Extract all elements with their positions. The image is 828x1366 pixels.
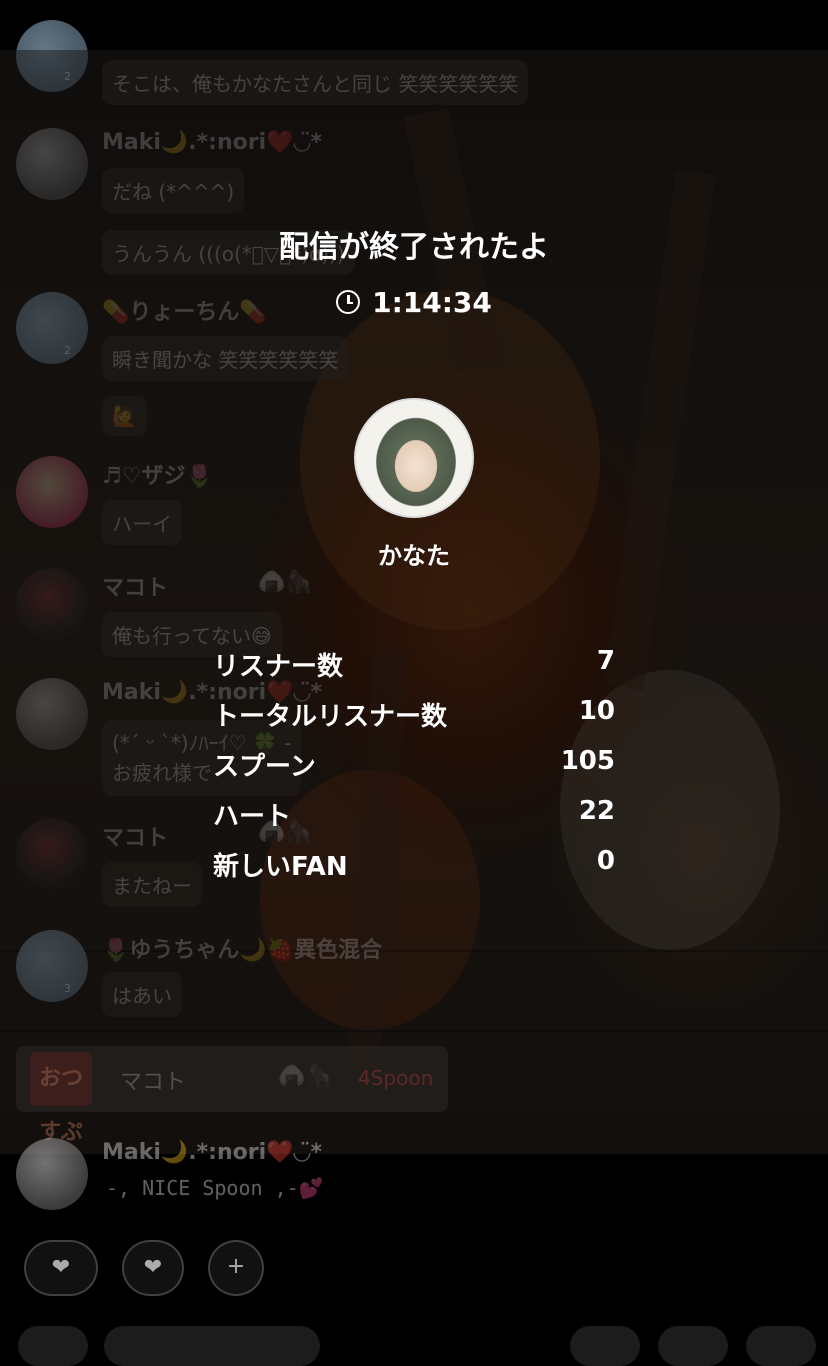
stat-value: 10 — [578, 696, 615, 726]
heart-icon: ❤ — [143, 1255, 163, 1280]
add-button[interactable]: + — [208, 1240, 264, 1296]
heart-icon: ❤ — [51, 1255, 71, 1280]
plus-icon: + — [226, 1254, 246, 1279]
stat-spoons: スプーン 105 — [213, 746, 615, 796]
gift-button[interactable] — [570, 1326, 640, 1366]
menu-button[interactable] — [18, 1326, 88, 1366]
heart-button[interactable]: ❤ — [122, 1240, 184, 1296]
stat-value: 0 — [596, 846, 615, 876]
host-name: かなた — [378, 542, 450, 570]
status-bar — [0, 0, 828, 50]
clock-icon — [336, 290, 361, 314]
stats-list: リスナー数 7 トータルリスナー数 10 スプーン 105 ハート 22 新しい… — [213, 646, 615, 896]
stat-label: ハート — [213, 802, 292, 832]
broadcast-duration: 1:14:34 — [0, 286, 828, 319]
stat-label: トータルリスナー数 — [213, 702, 448, 732]
bottom-area: Maki🌙.*:nori❤️◡̈* -, NICE Spoon ,-💕 ❤ ❤ … — [0, 1138, 828, 1366]
stat-hearts: ハート 22 — [213, 796, 615, 846]
stat-label: スプーン — [213, 752, 316, 782]
avatar[interactable] — [16, 1138, 88, 1210]
stat-listeners: リスナー数 7 — [213, 646, 615, 696]
end-overlay-dim — [0, 50, 828, 1154]
chat-username[interactable]: Maki🌙.*:nori❤️◡̈* — [102, 1140, 322, 1165]
stat-value: 22 — [578, 796, 615, 826]
stat-label: リスナー数 — [213, 652, 344, 682]
more-button[interactable] — [746, 1326, 816, 1366]
stat-value: 105 — [560, 746, 615, 776]
host-avatar[interactable] — [354, 398, 474, 518]
spoon-button[interactable] — [658, 1326, 728, 1366]
duration-value: 1:14:34 — [372, 286, 492, 319]
heart-reaction-button[interactable]: ❤ — [24, 1240, 98, 1296]
stat-value: 7 — [596, 646, 615, 676]
chat-input[interactable] — [104, 1326, 320, 1366]
page-title: 配信が終了されたよ — [279, 230, 549, 265]
chat-bubble: -, NICE Spoon ,-💕 — [106, 1176, 324, 1200]
stat-new-fans: 新しいFAN 0 — [213, 846, 615, 896]
stat-label: 新しいFAN — [213, 852, 348, 882]
stat-total-listeners: トータルリスナー数 10 — [213, 696, 615, 746]
